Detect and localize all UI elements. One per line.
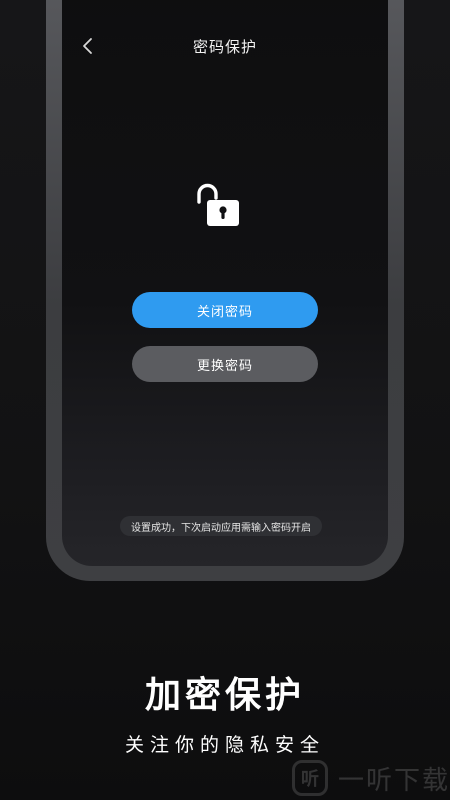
watermark: 听 一听下载 [292,760,450,796]
watermark-logo-icon: 听 [292,760,328,796]
disable-password-button[interactable]: 关闭密码 [132,292,318,328]
watermark-text: 一听下载 [338,765,450,796]
success-toast: 设置成功，下次启动应用需输入密码开启 [120,516,322,536]
promo-subline: 关注你的隐私安全 [124,734,325,756]
promo-headline: 加密保护 [144,675,305,716]
change-password-button[interactable]: 更换密码 [132,346,318,382]
page-title: 密码保护 [192,38,257,56]
app-screen: 密码保护 关闭密码 更换密码 设置成功，下次启动应用需输入密码开启 [62,0,388,566]
unlocked-padlock-icon [193,182,243,228]
